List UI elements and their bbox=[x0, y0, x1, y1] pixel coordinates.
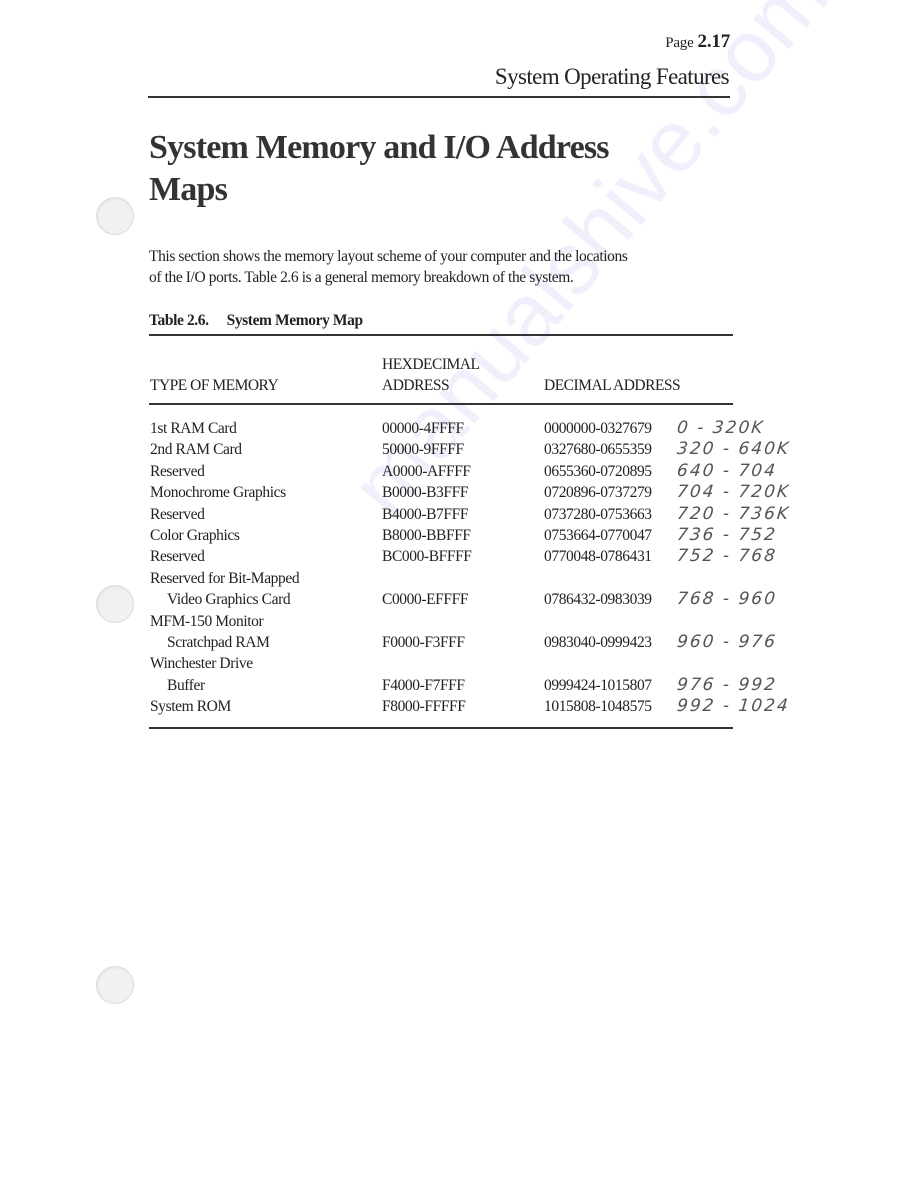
memory-type: Winchester Drive bbox=[150, 655, 253, 673]
memory-type: Scratchpad RAM bbox=[167, 633, 270, 651]
memory-type: Video Graphics Card bbox=[167, 591, 291, 609]
handwritten-note: 0 - 320K bbox=[676, 418, 766, 438]
intro-line-2: of the I/O ports. Table 2.6 is a general… bbox=[149, 269, 574, 286]
memory-type: Buffer bbox=[167, 676, 205, 694]
header-type-of-memory: TYPE OF MEMORY bbox=[150, 377, 279, 394]
hex-address: 00000-4FFFF bbox=[382, 420, 464, 437]
memory-type: Color Graphics bbox=[150, 526, 240, 544]
page-label: Page bbox=[665, 35, 694, 51]
binder-hole-bottom bbox=[96, 966, 134, 1004]
intro-line-1: This section shows the memory layout sch… bbox=[149, 248, 628, 265]
memory-type: Reserved bbox=[150, 462, 205, 480]
table-row: Reserved A0000-AFFFF 0655360-0720895 640 - … bbox=[0, 461, 918, 482]
page-title-line-2: Maps bbox=[149, 171, 228, 208]
decimal-address: 0720896-0737279 bbox=[544, 484, 652, 502]
table-row: Buffer F4000-F7FFF 0999424-1015807 976 - 99… bbox=[0, 675, 918, 696]
handwritten-note: 752 - 768 bbox=[676, 546, 778, 567]
handwritten-note: 720 - 736K bbox=[676, 503, 792, 524]
binder-hole-top bbox=[96, 197, 134, 235]
decimal-address: 0655360-0720895 bbox=[544, 462, 652, 480]
table-row: Monochrome Graphics B0000-B3FFF 0720896-07… bbox=[0, 482, 918, 503]
header-hex-line-2: ADDRESS bbox=[382, 377, 450, 394]
memory-type: Reserved bbox=[150, 505, 205, 523]
memory-type: 1st RAM Card bbox=[150, 420, 237, 437]
hex-address: BC000-BFFFF bbox=[382, 548, 472, 566]
table-header-rule bbox=[149, 403, 733, 405]
table-caption-title: System Memory Map bbox=[226, 312, 364, 329]
table-row: Scratchpad RAM F0000-F3FFF 0983040-0999423… bbox=[0, 632, 918, 653]
memory-type: 2nd RAM Card bbox=[150, 441, 242, 459]
header-hex-line-1: HEXDECIMAL bbox=[382, 356, 480, 373]
table-body: 1st RAM Card 00000-4FFFF 0000000-0327679 0 … bbox=[0, 418, 918, 717]
header-rule bbox=[148, 96, 730, 98]
hex-address: C0000-EFFFF bbox=[382, 591, 469, 609]
intro-paragraph: This section shows the memory layout sch… bbox=[149, 246, 739, 288]
handwritten-note: 960 - 976 bbox=[676, 631, 778, 652]
hex-address: F0000-F3FFF bbox=[382, 633, 465, 651]
handwritten-note: 768 - 960 bbox=[676, 589, 778, 610]
hex-address: B4000-B7FFF bbox=[382, 505, 469, 523]
table-caption-number: Table 2.6. bbox=[149, 312, 209, 329]
handwritten-note: 736 - 752 bbox=[676, 524, 778, 545]
decimal-address: 0999424-1015807 bbox=[544, 676, 652, 694]
table-row: 1st RAM Card 00000-4FFFF 0000000-0327679 0 … bbox=[0, 418, 918, 439]
decimal-address: 0983040-0999423 bbox=[544, 633, 652, 651]
table-caption: Table 2.6. System Memory Map bbox=[149, 312, 363, 330]
decimal-address: 0753664-0770047 bbox=[544, 526, 652, 544]
decimal-address: 0770048-0786431 bbox=[544, 548, 652, 566]
hex-address: 50000-9FFFF bbox=[382, 441, 464, 459]
hex-address: F8000-FFFFF bbox=[382, 698, 466, 716]
table-bottom-rule bbox=[149, 727, 733, 729]
decimal-address: 1015808-1048575 bbox=[544, 698, 652, 716]
handwritten-note: 640 - 704 bbox=[676, 460, 778, 481]
memory-type: Reserved bbox=[150, 548, 205, 566]
table-row: System ROM F8000-FFFFF 1015808-1048575 992 … bbox=[0, 696, 918, 717]
memory-type: System ROM bbox=[150, 698, 231, 716]
page-number-value: 2.17 bbox=[697, 31, 731, 52]
decimal-address: 0737280-0753663 bbox=[544, 505, 652, 523]
hex-address: F4000-F7FFF bbox=[382, 676, 465, 694]
table-row: 2nd RAM Card 50000-9FFFF 0327680-0655359 32… bbox=[0, 439, 918, 460]
decimal-address: 0327680-0655359 bbox=[544, 441, 652, 459]
handwritten-note: 320 - 640K bbox=[676, 439, 792, 460]
table-top-rule bbox=[149, 334, 733, 336]
page-title: System Memory and I/O Address Maps bbox=[149, 127, 610, 211]
hex-address: B8000-BBFFF bbox=[382, 526, 471, 544]
header-decimal-address: DECIMAL ADDRESS bbox=[544, 377, 681, 394]
table-row: Reserved BC000-BFFFF 0770048-0786431 752 - … bbox=[0, 546, 918, 567]
decimal-address: 0786432-0983039 bbox=[544, 591, 652, 609]
handwritten-note: 704 - 720K bbox=[676, 482, 792, 503]
table-row: Color Graphics B8000-BBFFF 0753664-0770047… bbox=[0, 525, 918, 546]
page-number: Page 2.17 bbox=[665, 31, 730, 53]
hex-address: A0000-AFFFF bbox=[382, 462, 471, 480]
handwritten-note: 992 - 1024 bbox=[676, 696, 791, 717]
section-title: System Operating Features bbox=[494, 64, 730, 89]
hex-address: B0000-B3FFF bbox=[382, 484, 469, 502]
memory-type: MFM-150 Monitor bbox=[150, 612, 264, 630]
table-row: Video Graphics Card C0000-EFFFF 0786432-09… bbox=[0, 589, 918, 610]
memory-type: Monochrome Graphics bbox=[150, 484, 286, 502]
memory-type: Reserved for Bit-Mapped bbox=[150, 569, 300, 587]
page-title-line-1: System Memory and I/O Address bbox=[149, 129, 610, 166]
table-row-label-line: MFM-150 Monitor bbox=[0, 611, 918, 632]
handwritten-note: 976 - 992 bbox=[676, 674, 778, 695]
table-row: Reserved B4000-B7FFF 0737280-0753663 720 - … bbox=[0, 504, 918, 525]
table-row-label-line: Reserved for Bit-Mapped bbox=[0, 568, 918, 589]
table-row-label-line: Winchester Drive bbox=[0, 653, 918, 674]
decimal-address: 0000000-0327679 bbox=[544, 420, 652, 437]
